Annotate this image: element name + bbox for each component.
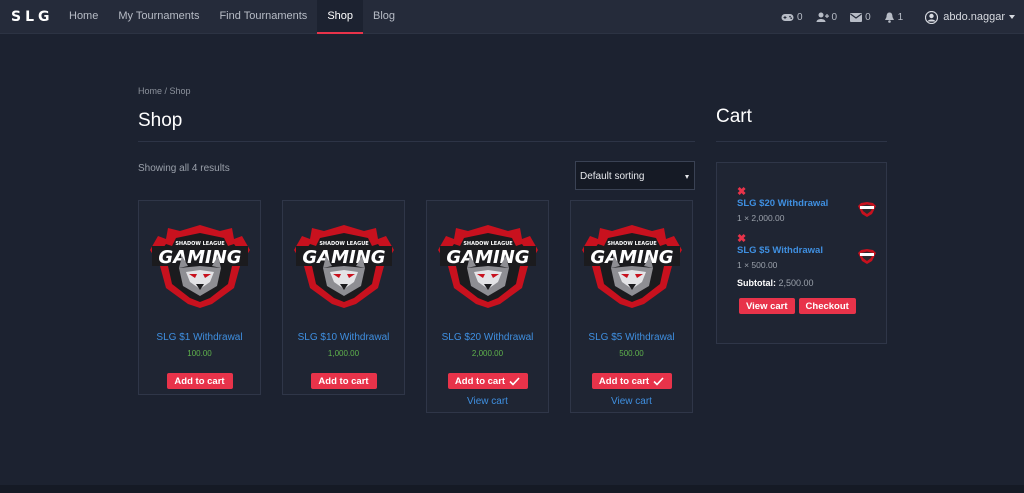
product-logo-image[interactable]: SHADOW LEAGUE GAMING [578, 216, 686, 308]
cart-item: ✖ SLG $5 Withdrawal 1 × 500.00 [737, 234, 877, 270]
product-name[interactable]: SLG $5 Withdrawal [571, 332, 692, 343]
add-to-cart-label: Add to cart [598, 375, 650, 387]
cart-item-quantity: 1 × 2,000.00 [737, 213, 785, 223]
breadcrumb[interactable]: Home / Shop [138, 86, 191, 96]
product-card: SHADOW LEAGUE GAMING SLG $10 Withdrawal … [282, 200, 405, 395]
checkmark-icon [653, 376, 664, 386]
games-count: 0 [796, 11, 803, 23]
product-price: 1,000.00 [327, 349, 360, 358]
cart-item: ✖ SLG $20 Withdrawal 1 × 2,000.00 [737, 187, 877, 223]
cart-item-thumbnail[interactable] [857, 247, 877, 264]
nav-link-home[interactable]: Home [59, 0, 108, 34]
product-name[interactable]: SLG $10 Withdrawal [283, 332, 404, 343]
product-price: 500.00 [619, 349, 644, 358]
messages-count: 0 [865, 11, 871, 23]
product-card: SHADOW LEAGUE GAMING SLG $1 Withdrawal 1… [138, 200, 261, 395]
remove-item-icon[interactable]: ✖ [737, 234, 877, 245]
nav-link-blog[interactable]: Blog [363, 0, 405, 34]
cart-item-thumbnail[interactable] [857, 200, 877, 217]
site-logo[interactable]: SLG [11, 9, 54, 25]
subtotal-value: 2,500.00 [778, 278, 814, 288]
bell-icon [884, 12, 894, 23]
nav-links: Home My Tournaments Find Tournaments Sho… [59, 0, 405, 34]
username: abdo.naggar [943, 11, 1005, 23]
cart-subtotal: Subtotal: 2,500.00 [737, 278, 814, 288]
user-avatar-icon [925, 10, 939, 24]
chevron-down-icon [1009, 15, 1015, 19]
remove-item-icon[interactable]: ✖ [737, 187, 877, 198]
add-to-cart-button[interactable]: Add to cart [310, 373, 377, 389]
friend-requests-count: 0 [831, 11, 838, 23]
results-count: Showing all 4 results [138, 163, 230, 174]
svg-text:GAMING: GAMING [302, 247, 385, 268]
subtotal-label: Subtotal: [737, 278, 776, 288]
user-menu[interactable]: abdo.naggar [925, 10, 1015, 24]
top-nav: SLG Home My Tournaments Find Tournaments… [0, 0, 1024, 34]
nav-messages-counter[interactable]: 0 [850, 12, 871, 23]
sort-selected-value: Default sorting [580, 171, 645, 182]
add-to-cart-button[interactable]: Add to cart [591, 373, 672, 389]
product-logo-image[interactable]: SHADOW LEAGUE GAMING [434, 216, 542, 308]
nav-friend-requests-counter[interactable]: 0 [816, 11, 838, 23]
product-logo-image[interactable]: SHADOW LEAGUE GAMING [146, 216, 254, 308]
chevron-down-icon [685, 175, 689, 179]
nav-link-shop[interactable]: Shop [317, 0, 364, 34]
nav-link-my-tournaments[interactable]: My Tournaments [108, 0, 209, 34]
divider [716, 141, 887, 142]
add-to-cart-label: Add to cart [454, 375, 506, 387]
nav-games-counter[interactable]: 0 [781, 12, 803, 23]
add-to-cart-button[interactable]: Add to cart [447, 373, 528, 389]
view-cart-link[interactable]: View cart [571, 396, 692, 407]
add-to-cart-label: Add to cart [174, 375, 225, 387]
svg-text:GAMING: GAMING [590, 247, 673, 268]
svg-text:GAMING: GAMING [158, 247, 241, 268]
svg-text:GAMING: GAMING [446, 247, 529, 268]
sort-select[interactable]: Default sorting [575, 161, 695, 190]
add-friend-icon [816, 12, 829, 22]
cart-item-name[interactable]: SLG $20 Withdrawal [737, 198, 877, 209]
divider [138, 141, 695, 142]
product-name[interactable]: SLG $20 Withdrawal [427, 332, 548, 343]
envelope-icon [850, 12, 863, 22]
page-title: Shop [138, 110, 183, 131]
cart-title: Cart [716, 106, 752, 127]
product-price: 2,000.00 [471, 349, 504, 358]
nav-right: 0 0 0 1 abdo.naggar [768, 0, 1015, 34]
view-cart-link[interactable]: View cart [427, 396, 548, 407]
nav-link-find-tournaments[interactable]: Find Tournaments [209, 0, 317, 34]
checkmark-icon [509, 376, 520, 386]
cart-item-name[interactable]: SLG $5 Withdrawal [737, 245, 877, 256]
cart-item-quantity: 1 × 500.00 [737, 260, 778, 270]
checkout-button[interactable]: Checkout [798, 298, 856, 314]
product-logo-image[interactable]: SHADOW LEAGUE GAMING [290, 216, 398, 308]
cart-widget: ✖ SLG $20 Withdrawal 1 × 2,000.00 ✖ SLG … [716, 162, 887, 344]
cart-actions: View cart Checkout [739, 298, 860, 314]
add-to-cart-button[interactable]: Add to cart [166, 373, 233, 389]
view-cart-button[interactable]: View cart [739, 298, 795, 314]
notifications-count: 1 [897, 11, 904, 23]
footer-bar [0, 485, 1024, 493]
add-to-cart-label: Add to cart [318, 375, 369, 387]
gamepad-icon [781, 13, 794, 21]
product-price: 100.00 [187, 349, 212, 358]
product-name[interactable]: SLG $1 Withdrawal [139, 332, 260, 343]
product-card: SHADOW LEAGUE GAMING SLG $5 Withdrawal 5… [570, 200, 693, 413]
nav-notifications-counter[interactable]: 1 [884, 11, 904, 23]
product-card: SHADOW LEAGUE GAMING SLG $20 Withdrawal … [426, 200, 549, 413]
